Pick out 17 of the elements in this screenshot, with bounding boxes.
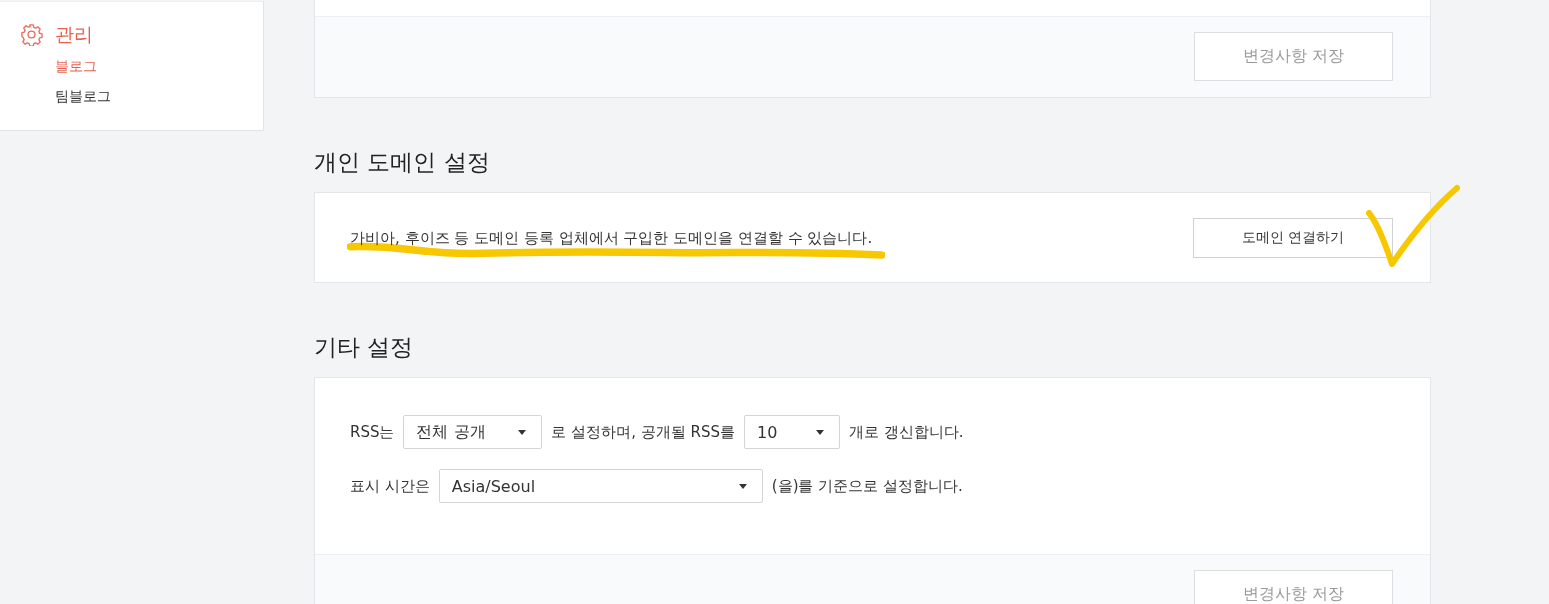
caret-icon: [816, 429, 824, 435]
dropdown-select[interactable]: Asia/Seoul: [438, 469, 763, 503]
setting-text: RSS는: [350, 422, 395, 442]
connect-domain-button[interactable]: 도메인 연결하기: [1193, 217, 1393, 258]
caret-icon: [738, 483, 747, 489]
sidebar-item[interactable]: 팀블로그: [55, 86, 263, 106]
setting-text: (을)를 기준으로 설정합니다.: [771, 476, 963, 496]
setting-text: 로 설정하며, 공개될 RSS를: [551, 422, 735, 442]
setting-text: 개로 갱신합니다.: [849, 422, 964, 442]
section-title: 개인 도메인 설정: [314, 148, 491, 177]
section-title: 기타 설정: [314, 333, 415, 362]
caret-icon: [518, 429, 527, 435]
settings-icon: [20, 22, 43, 46]
setting-text: 표시 시간은: [350, 476, 430, 496]
dropdown-select[interactable]: 전체 공개: [403, 415, 543, 449]
domain-description: 가비아, 후이즈 등 도메인 등록 업체에서 구입한 도메인을 연결할 수 있습니다.: [350, 228, 873, 247]
dropdown-select[interactable]: 10: [744, 415, 840, 449]
